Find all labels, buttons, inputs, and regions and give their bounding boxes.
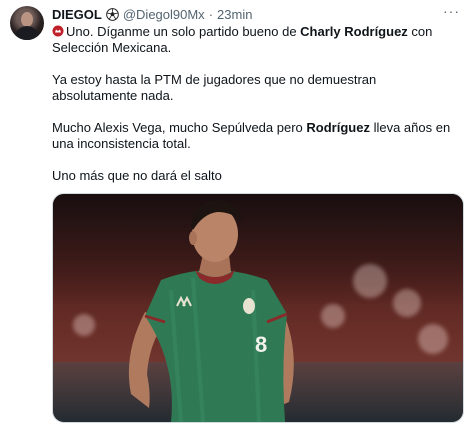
p1-part-2: Charly Rodríguez — [300, 24, 408, 39]
p4-part-1: Uno más que no dará el salto — [52, 168, 222, 183]
p2-part-1: Ya estoy hasta la PTM de jugadores que n… — [52, 72, 377, 103]
p1-part-1: Uno. Díganme un solo partido bueno de — [66, 24, 301, 39]
tweet-media-photo[interactable]: 8 — [52, 193, 464, 423]
soccer-ball-icon — [106, 7, 119, 21]
paragraph-2: Ya estoy hasta la PTM de jugadores que n… — [52, 72, 452, 104]
author-name[interactable]: DIEGOL — [52, 7, 102, 22]
more-horizontal-icon[interactable]: ··· — [443, 3, 460, 19]
jersey-number: 8 — [255, 332, 268, 357]
red-badge-icon — [52, 25, 64, 37]
tweet-header: DIEGOL @Diegol90Mx · 23min — [52, 6, 252, 22]
paragraph-4: Uno más que no dará el salto — [52, 168, 452, 184]
separator-dot: · — [208, 6, 214, 22]
tweet-card[interactable]: DIEGOL @Diegol90Mx · 23min ··· Uno. Díga… — [0, 0, 470, 428]
p3-part-1: Mucho Alexis Vega, mucho Sepúlveda pero — [52, 120, 307, 135]
avatar[interactable] — [10, 6, 44, 40]
timestamp[interactable]: 23min — [217, 7, 252, 22]
author-handle[interactable]: @Diegol90Mx — [123, 7, 205, 22]
p3-part-2: Rodríguez — [306, 120, 370, 135]
player-figure — [128, 200, 294, 422]
paragraph-1: Uno. Díganme un solo partido bueno de Ch… — [52, 24, 452, 56]
tweet-text: Uno. Díganme un solo partido bueno de Ch… — [52, 24, 452, 200]
paragraph-3: Mucho Alexis Vega, mucho Sepúlveda pero … — [52, 120, 452, 152]
